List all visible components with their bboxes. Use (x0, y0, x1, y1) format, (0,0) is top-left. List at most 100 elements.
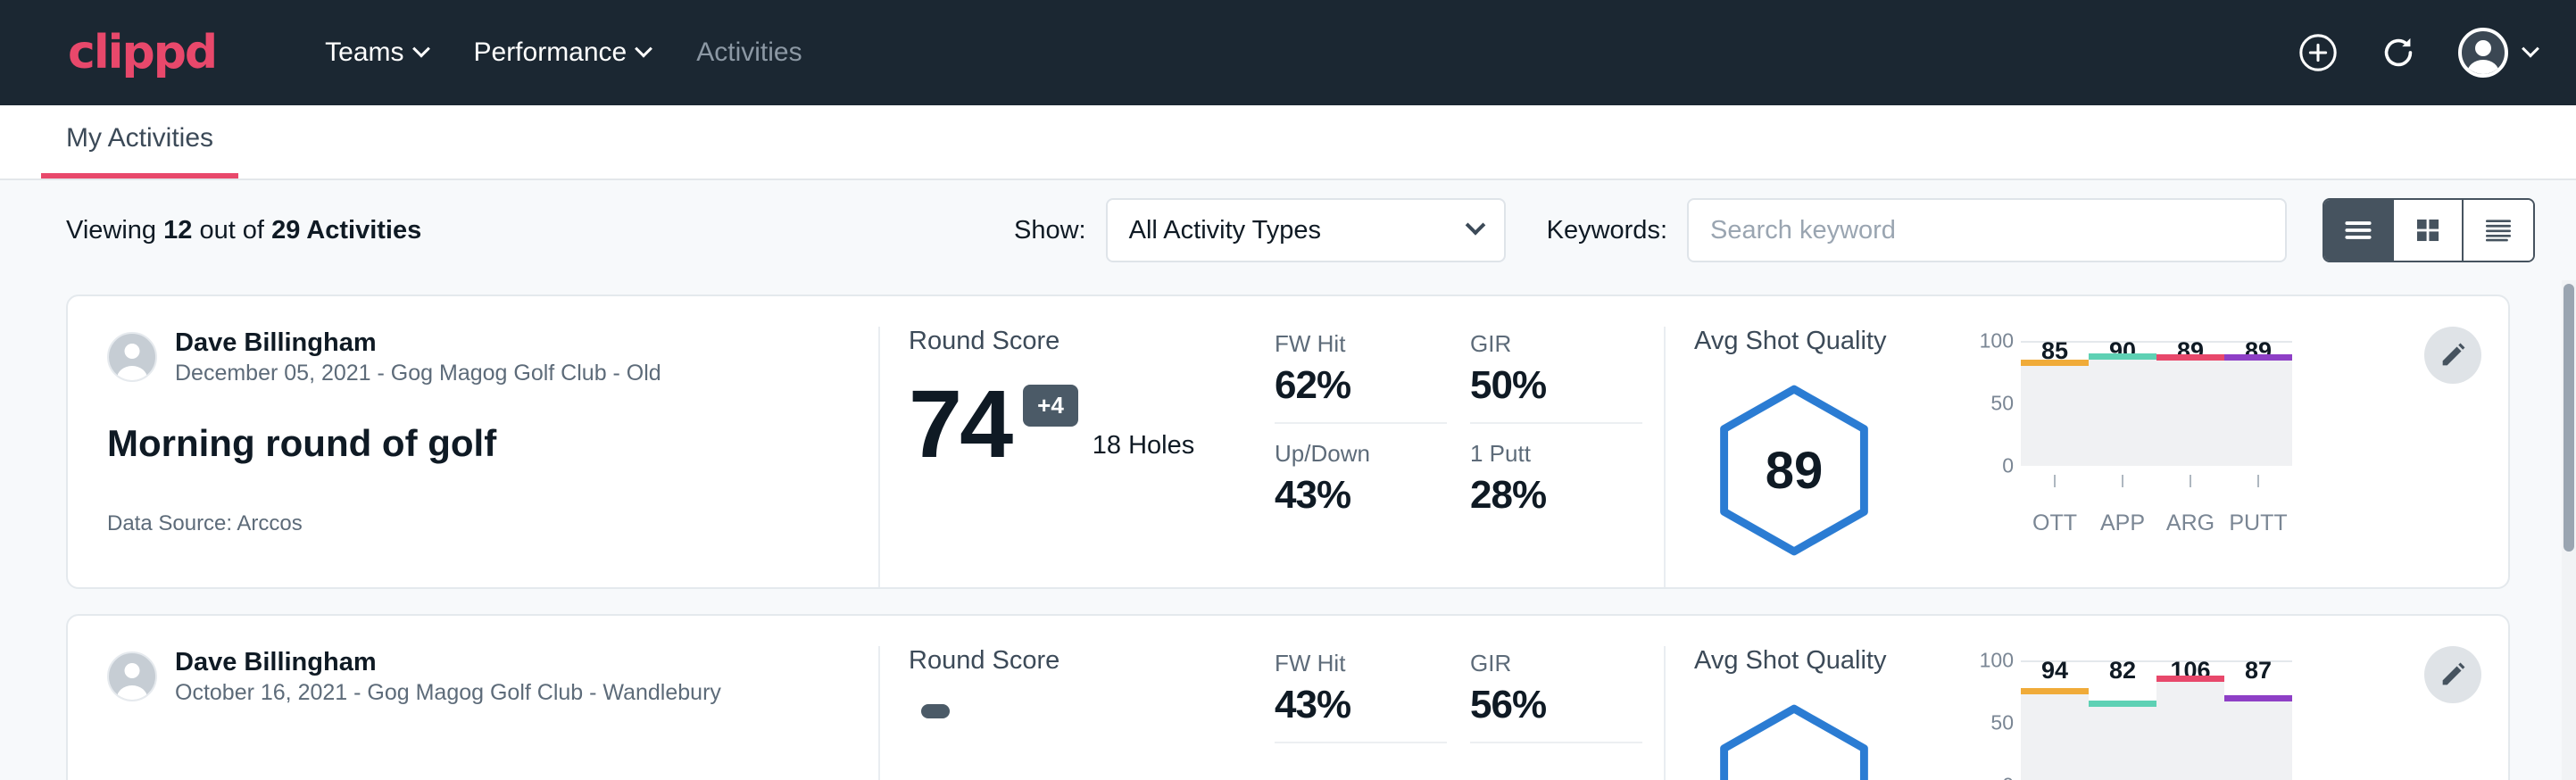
pencil-icon (2438, 340, 2468, 370)
avg-shot-quality-summary: Avg Shot Quality (1694, 646, 1962, 780)
activity-author: Dave Billingham December 05, 2021 - Gog … (107, 327, 843, 388)
nav-item-performance[interactable]: Performance (451, 29, 674, 77)
avg-shot-quality-column: Avg Shot Quality 100 50 0 (1664, 646, 2508, 780)
bar-app: 82 (2089, 660, 2156, 780)
round-score-value-row (909, 699, 1225, 718)
page-scrollbar[interactable] (2562, 280, 2576, 780)
show-label: Show: (1014, 216, 1086, 245)
bar-arg-cap (2156, 676, 2224, 682)
scrollbar-thumb[interactable] (2564, 284, 2574, 552)
chart-y-axis: 100 50 0 (1971, 341, 2021, 491)
score-to-par-badge: +4 (1023, 385, 1078, 427)
bar-arg: 89 (2156, 341, 2224, 466)
avg-shot-quality-label: Avg Shot Quality (1694, 327, 1886, 356)
bar-app-body (2089, 701, 2156, 780)
x-tick (2224, 475, 2292, 487)
refresh-button[interactable] (2378, 32, 2419, 73)
activity-title: Morning round of golf (107, 422, 843, 465)
stat-gir-label: GIR (1470, 330, 1642, 358)
activity-card[interactable]: Dave Billingham October 16, 2021 - Gog M… (66, 614, 2510, 780)
stat-one-putt: 1 Putt 28% (1470, 440, 1642, 532)
chart-x-labels: OTT APP ARG PUTT (2021, 510, 2292, 536)
avg-shot-quality-summary: Avg Shot Quality 89 (1694, 327, 1962, 587)
bar-putt: 87 (2224, 660, 2292, 780)
activity-meta: December 05, 2021 - Gog Magog Golf Club … (175, 359, 661, 388)
chart-bars: 94 82 (2021, 660, 2292, 780)
activity-type-select[interactable]: All Activity Types (1106, 198, 1506, 262)
view-mode-compact-button[interactable] (2464, 200, 2533, 261)
bar-ott-cap (2021, 360, 2089, 366)
account-avatar-icon (2458, 28, 2508, 78)
stat-fw-hit-value: 43% (1275, 683, 1447, 727)
tab-my-activities-label: My Activities (66, 123, 213, 153)
round-stats-grid: FW Hit 62% GIR 50% Up/Down 43% 1 Putt 28… (1275, 330, 1642, 532)
bar-putt-body (2224, 354, 2292, 466)
list-view-icon (2341, 213, 2375, 247)
avg-shot-quality-value (1714, 702, 1874, 780)
grid-view-icon (2413, 215, 2443, 245)
bar-ott-value: 94 (2021, 657, 2089, 685)
bar-arg-body (2156, 354, 2224, 466)
y-tick-50: 50 (1990, 392, 2014, 416)
bar-putt-cap (2224, 695, 2292, 701)
chevron-down-icon (635, 40, 652, 58)
viewing-mid: out of (199, 216, 264, 245)
y-tick-0: 0 (2002, 773, 2014, 780)
round-score-column: Round Score 74 +4 18 Holes (878, 327, 1253, 587)
score-to-par-badge (921, 704, 950, 718)
chart-x-ticks (2021, 475, 2292, 487)
stat-fw-hit: FW Hit 43% (1275, 650, 1447, 743)
avatar (107, 332, 157, 382)
round-score-value: 74 (909, 379, 1010, 468)
bar-app-cap (2089, 701, 2156, 707)
edit-activity-button[interactable] (2424, 646, 2481, 703)
chevron-down-icon (1465, 215, 1485, 236)
chevron-down-icon (412, 40, 430, 58)
view-mode-toggle-group (2323, 198, 2535, 262)
top-nav-actions (2298, 28, 2537, 78)
compact-view-icon (2481, 213, 2515, 247)
view-mode-grid-button[interactable] (2394, 200, 2464, 261)
edit-activity-button[interactable] (2424, 327, 2481, 384)
round-score-value-row: 74 +4 18 Holes (909, 379, 1225, 468)
viewing-count: 12 (163, 216, 192, 245)
keyword-search-box[interactable] (1687, 198, 2287, 262)
add-button[interactable] (2298, 32, 2339, 73)
view-mode-list-button[interactable] (2324, 200, 2394, 261)
viewing-total: 29 Activities (271, 216, 421, 245)
toolbar-controls: Show: All Activity Types Keywords: (1014, 198, 2535, 262)
activities-list[interactable]: Dave Billingham December 05, 2021 - Gog … (0, 280, 2576, 780)
stat-gir-label: GIR (1470, 650, 1642, 677)
bar-putt-value: 87 (2224, 657, 2292, 685)
x-label-putt: PUTT (2224, 510, 2292, 536)
page-tab-bar: My Activities (0, 105, 2576, 180)
stat-fw-hit-label: FW Hit (1275, 650, 1447, 677)
bar-app-value: 82 (2089, 657, 2156, 685)
stat-fw-hit-value: 62% (1275, 363, 1447, 408)
round-stats-column: FW Hit 62% GIR 50% Up/Down 43% 1 Putt 28… (1253, 327, 1664, 587)
avatar (107, 651, 157, 701)
chart-y-axis: 100 50 0 (1971, 660, 2021, 780)
x-tick (2021, 475, 2089, 487)
search-input[interactable] (1710, 216, 2264, 245)
bar-app: 90 (2089, 341, 2156, 466)
top-navigation-bar: clippd Teams Performance Activities (0, 0, 2576, 105)
chart-plot-area: 85 90 (2021, 341, 2292, 491)
clippd-logo[interactable]: clippd (68, 29, 216, 76)
nav-item-teams[interactable]: Teams (302, 29, 450, 77)
chart-plot-area: 94 82 (2021, 660, 2292, 780)
activity-card[interactable]: Dave Billingham December 05, 2021 - Gog … (66, 295, 2510, 589)
chart-bars: 85 90 (2021, 341, 2292, 466)
stat-gir: GIR 50% (1470, 330, 1642, 424)
activity-info-column: Dave Billingham December 05, 2021 - Gog … (68, 327, 878, 587)
nav-item-activities[interactable]: Activities (673, 29, 825, 77)
y-tick-0: 0 (2002, 453, 2014, 477)
stat-fw-hit: FW Hit 62% (1275, 330, 1447, 424)
tab-my-activities[interactable]: My Activities (41, 123, 238, 178)
x-label-arg: ARG (2156, 510, 2224, 536)
bar-ott-cap (2021, 688, 2089, 694)
stat-up-down: Up/Down 43% (1275, 440, 1447, 532)
bar-putt-cap (2224, 354, 2292, 361)
account-menu-button[interactable] (2458, 28, 2537, 78)
refresh-icon (2378, 32, 2419, 73)
